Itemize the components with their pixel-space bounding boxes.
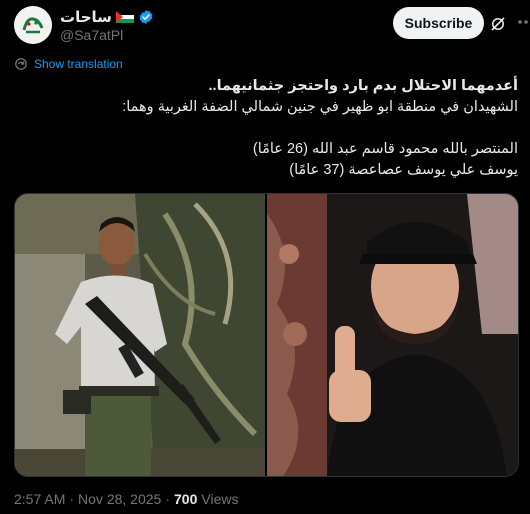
tweet-text: أعدمهما الاحتلال بدم بارد واحتجز جثمانيه… [14, 76, 518, 181]
tweet-media[interactable] [14, 193, 519, 477]
tweet-header: ساحات @Sa7atPl Subscribe [14, 6, 528, 46]
show-translation-label[interactable]: Show translation [34, 57, 123, 71]
author-handle[interactable]: @Sa7atPl [60, 27, 123, 43]
tweet-line-4: يوسف علي يوسف عصاعصة (37 عامًا) [289, 162, 518, 178]
more-icon[interactable] [516, 12, 530, 32]
man-black-cap-photo [267, 194, 518, 476]
palestine-flag-icon [115, 11, 134, 23]
footer-separator-2: · [165, 491, 171, 507]
views-count: 700 [174, 491, 198, 507]
translate-icon [15, 58, 27, 70]
tweet-time[interactable]: 2:57 AM [14, 491, 65, 507]
name-row: ساحات [60, 8, 154, 26]
footer-separator: · [69, 491, 75, 507]
views-label: Views [201, 491, 239, 507]
tweet-line-2: الشهيدان في منطقة ابو ظهير في جنين شمالي… [122, 99, 518, 115]
tweet-date[interactable]: Nov 28, 2025 [78, 491, 161, 507]
photo-armed-man[interactable] [15, 194, 265, 476]
subscribe-button[interactable]: Subscribe [393, 7, 484, 39]
avatar[interactable] [14, 6, 52, 44]
photo-man-black-cap[interactable] [267, 194, 518, 476]
show-translation-link[interactable]: Show translation [14, 57, 123, 71]
tweet-footer: 2:57 AM · Nov 28, 2025 · 700 Views [14, 491, 238, 507]
display-name[interactable]: ساحات [60, 8, 112, 26]
verified-badge-icon [139, 10, 153, 24]
sahat-logo-icon [14, 6, 52, 44]
grok-icon[interactable] [489, 15, 507, 33]
tweet-line-3: المنتصر بالله محمود قاسم عبد الله (26 عا… [252, 141, 518, 157]
armed-man-photo [15, 194, 265, 476]
tweet-headline: أعدمهما الاحتلال بدم بارد واحتجز جثمانيه… [208, 78, 518, 94]
